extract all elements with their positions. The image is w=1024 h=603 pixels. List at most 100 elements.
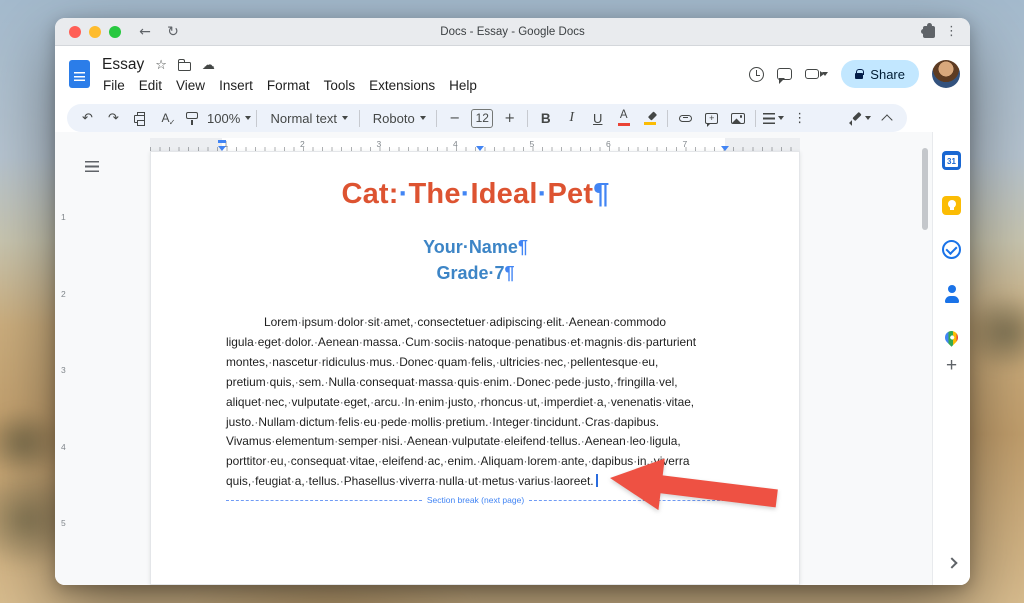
body-line[interactable]: pretium·quis,·sem.·Nulla·consequat·massa… — [226, 373, 725, 393]
insert-image-button[interactable] — [725, 106, 750, 130]
tasks-app-button[interactable] — [939, 236, 965, 262]
divider — [436, 110, 437, 127]
chevron-down-icon — [342, 116, 348, 120]
document-title[interactable]: Essay — [102, 56, 144, 74]
horizontal-ruler[interactable]: 1234567 — [150, 138, 800, 151]
extensions-icon[interactable] — [923, 26, 935, 38]
meet-button[interactable] — [805, 69, 828, 79]
spell-check-button[interactable]: A✓ — [153, 106, 178, 130]
docs-header: Essay ☆ ☁ File Edit View Insert Format T… — [55, 46, 970, 102]
font-select[interactable]: Roboto — [365, 106, 431, 130]
avatar[interactable] — [932, 60, 960, 88]
reload-button[interactable]: ↻ — [161, 21, 185, 43]
text-color-icon: A — [618, 110, 630, 126]
comments-icon[interactable] — [777, 68, 792, 80]
document-page[interactable]: Cat:·The·Ideal·Pet¶ Your·Name¶ Grade·7¶ … — [150, 151, 800, 585]
contacts-app-button[interactable] — [939, 280, 965, 306]
essay-title-line[interactable]: Cat:·The·Ideal·Pet¶ — [226, 177, 725, 211]
minimize-button[interactable] — [89, 26, 101, 38]
ruler-number: 4 — [453, 139, 458, 149]
redo-button[interactable]: ↷ — [101, 106, 126, 130]
zoom-select[interactable]: 100% — [205, 106, 251, 130]
hide-menus-button[interactable] — [874, 106, 899, 130]
dune-grass-shadow — [962, 292, 1024, 372]
paragraph-style-select[interactable]: Normal text — [262, 106, 354, 130]
ruler-number: 6 — [606, 139, 611, 149]
menu-extensions[interactable]: Extensions — [362, 77, 442, 94]
window-controls — [55, 26, 129, 38]
paragraph-mark: ¶ — [505, 263, 515, 283]
indent-marker[interactable] — [218, 140, 226, 143]
menu-help[interactable]: Help — [442, 77, 484, 94]
browser-menu-icon[interactable]: ⋮ — [945, 24, 958, 39]
menu-tools[interactable]: Tools — [317, 77, 363, 94]
grade-text[interactable]: Grade·7 — [436, 263, 504, 283]
body-line[interactable]: Vivamus·elementum·semper·nisi.·Aenean·vu… — [226, 432, 725, 452]
menu-insert[interactable]: Insert — [212, 77, 260, 94]
menu-format[interactable]: Format — [260, 77, 317, 94]
byline-line[interactable]: Your·Name¶ — [226, 234, 725, 260]
body-line[interactable]: porttitor·eu,·consequat·vitae,·eleifend·… — [226, 452, 725, 472]
docs-logo-icon[interactable] — [69, 60, 90, 88]
maps-app-button[interactable] — [939, 324, 965, 350]
version-history-icon[interactable] — [749, 67, 764, 82]
font-size-input[interactable]: 12 — [471, 109, 493, 128]
editing-mode-select[interactable] — [848, 106, 873, 130]
add-comment-button[interactable]: + — [699, 106, 724, 130]
back-button[interactable]: ← — [133, 21, 157, 43]
ruler-number: 7 — [683, 139, 688, 149]
cloud-status-icon[interactable]: ☁ — [202, 58, 215, 73]
text-color-button[interactable]: A — [611, 106, 636, 130]
body-line[interactable]: justo.·Nullam·dictum·felis·eu·pede·molli… — [226, 413, 725, 433]
insert-link-button[interactable] — [673, 106, 698, 130]
highlight-color-button[interactable] — [637, 106, 662, 130]
ruler-number: 5 — [61, 518, 66, 528]
vertical-scrollbar[interactable] — [922, 148, 928, 230]
byline-text[interactable]: Your·Name — [423, 237, 518, 257]
bold-button[interactable]: B — [533, 106, 558, 130]
ruler-number: 4 — [61, 442, 66, 452]
menu-edit[interactable]: Edit — [132, 77, 169, 94]
divider — [256, 110, 257, 127]
increase-font-size-button[interactable]: + — [497, 106, 522, 130]
italic-button[interactable]: I — [559, 106, 584, 130]
paint-format-button[interactable] — [179, 106, 204, 130]
keep-app-button[interactable] — [939, 192, 965, 218]
undo-button[interactable]: ↶ — [75, 106, 100, 130]
body-paragraph[interactable]: Lorem·ipsum·dolor·sit·amet,·consectetuer… — [226, 313, 725, 492]
docs-toolbar: ↶ ↷ A✓ 100% Normal text Roboto − 12 + B … — [67, 104, 907, 132]
show-outline-button[interactable] — [83, 158, 101, 174]
decrease-font-size-button[interactable]: − — [442, 106, 467, 130]
body-line[interactable]: montes,·nascetur·ridiculus·mus.·Donec·qu… — [226, 353, 725, 373]
close-button[interactable] — [69, 26, 81, 38]
zoom-button[interactable] — [109, 26, 121, 38]
keep-icon — [942, 196, 961, 215]
print-button[interactable] — [127, 106, 152, 130]
calendar-app-button[interactable]: 31 — [939, 147, 965, 173]
move-folder-icon[interactable] — [178, 60, 191, 71]
align-button[interactable] — [761, 106, 786, 130]
body-line[interactable]: ligula·eget·dolor.·Aenean·massa.·Cum·soc… — [226, 333, 725, 353]
share-button[interactable]: Share — [841, 60, 919, 88]
lock-icon — [855, 73, 863, 79]
more-options-button[interactable]: ⋮ — [787, 106, 812, 130]
essay-title-text[interactable]: Cat:·The·Ideal·Pet — [341, 178, 593, 210]
body-line[interactable]: quis,·feugiat·a,·tellus.·Phasellus·viver… — [226, 472, 725, 492]
star-icon[interactable]: ☆ — [155, 58, 167, 73]
text-cursor — [596, 474, 598, 487]
hide-side-panel-button[interactable] — [939, 550, 965, 576]
body-line[interactable]: Lorem·ipsum·dolor·sit·amet,·consectetuer… — [226, 313, 725, 333]
underline-button[interactable]: U — [585, 106, 610, 130]
section-break-label: Section break (next page) — [422, 495, 529, 505]
divider — [527, 110, 528, 127]
chevron-up-icon — [881, 114, 892, 125]
chevron-down-icon — [420, 116, 426, 120]
menu-bar: File Edit View Insert Format Tools Exten… — [96, 77, 484, 94]
body-line[interactable]: aliquet·nec,·vulputate·eget,·arcu.·In·en… — [226, 393, 725, 413]
menu-file[interactable]: File — [96, 77, 132, 94]
paragraph-mark: ¶ — [593, 178, 609, 210]
add-addon-button[interactable]: + — [939, 353, 965, 379]
menu-view[interactable]: View — [169, 77, 212, 94]
grade-line[interactable]: Grade·7¶ — [226, 260, 725, 286]
section-break: Section break (next page) — [226, 495, 725, 505]
